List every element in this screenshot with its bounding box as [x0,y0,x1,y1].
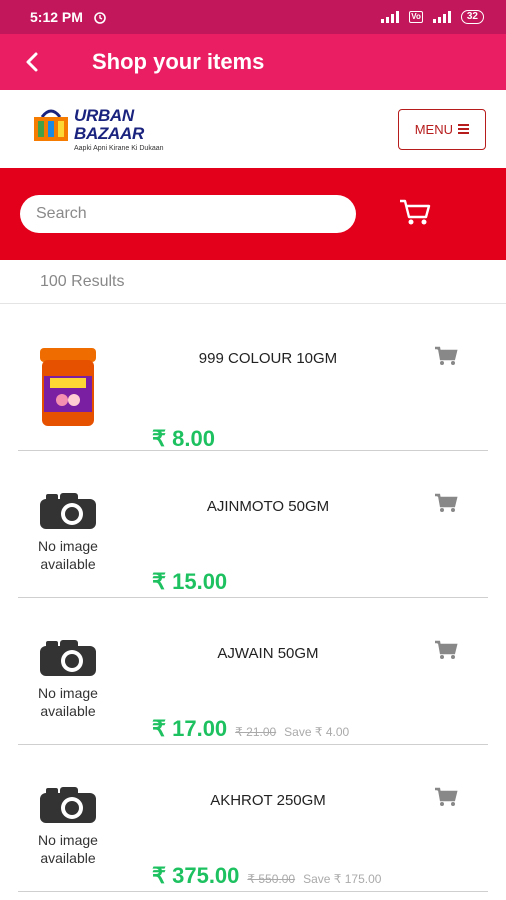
hamburger-icon [458,124,469,134]
product-price: ₹ 8.00 [152,426,215,451]
product-photo [40,348,96,426]
brand-logo[interactable]: URBAN BAZAAR Aapki Apni Kirane Ki Dukaan [32,105,164,152]
price-row: ₹ 375.00 ₹ 550.00 Save ₹ 175.00 [152,863,381,889]
product-card[interactable]: No image available AJWAIN 50GM ₹ 17.00 ₹ … [18,598,488,745]
back-button[interactable] [24,51,64,73]
product-savings: Save ₹ 175.00 [303,872,382,886]
search-bar [0,168,506,260]
brand-name-line1: URBAN [74,105,134,125]
product-card[interactable]: No image available AJINMOTO 50GM ₹ 15.00 [18,451,488,598]
menu-label: MENU [414,121,453,137]
add-to-cart-button[interactable] [434,640,458,665]
product-mrp: ₹ 550.00 [247,872,296,886]
price-row: ₹ 8.00 [152,426,215,452]
cart-icon [400,199,431,224]
product-image[interactable]: No image available [24,491,112,573]
brand-tagline: Aapki Apni Kirane Ki Dukaan [74,144,164,152]
product-price: ₹ 17.00 [152,716,228,741]
cart-button[interactable] [398,197,432,232]
product-mrp: ₹ 21.00 [235,725,277,739]
volte-icon: Vo [409,11,423,23]
add-to-cart-button[interactable] [434,493,458,518]
page-title: Shop your items [92,49,265,74]
product-price: ₹ 15.00 [152,569,228,594]
product-name[interactable]: AJINMOTO 50GM [138,498,398,515]
product-name[interactable]: 999 COLOUR 10GM [138,350,398,367]
camera-icon [40,640,96,676]
product-list: 999 COLOUR 10GM ₹ 8.00 No image available… [0,304,506,892]
cart-icon [435,787,458,806]
no-image-text: No image available [38,538,98,572]
back-arrow-icon [26,52,38,72]
camera-icon [40,787,96,823]
cart-icon [435,346,458,365]
add-to-cart-button[interactable] [434,787,458,812]
brand-name-line2: BAZAAR [74,123,144,143]
add-to-cart-button[interactable] [434,346,458,371]
product-image[interactable] [24,346,112,430]
alarm-icon [94,12,106,24]
status-bar: 5:12 PM Vo 32 [0,0,506,34]
signal-icon-2 [432,11,451,23]
brand-bar: URBAN BAZAAR Aapki Apni Kirane Ki Dukaan… [0,90,506,168]
no-image-text: No image available [38,685,98,719]
basket-logo-icon [34,109,68,141]
product-savings: Save ₹ 4.00 [284,725,350,739]
battery-icon: 32 [460,10,484,24]
app-bar: Shop your items [0,34,506,90]
search-input[interactable] [20,195,356,233]
product-name[interactable]: AJWAIN 50GM [138,645,398,662]
signal-icon [381,11,400,23]
product-price: ₹ 375.00 [152,863,240,888]
cart-icon [435,640,458,659]
no-image-text: No image available [38,832,98,866]
price-row: ₹ 17.00 ₹ 21.00 Save ₹ 4.00 [152,716,349,742]
price-row: ₹ 15.00 [152,569,227,595]
camera-icon [40,493,96,529]
product-image[interactable]: No image available [24,638,112,720]
status-time: 5:12 PM [30,9,83,25]
product-name[interactable]: AKHROT 250GM [138,792,398,809]
product-card[interactable]: 999 COLOUR 10GM ₹ 8.00 [18,304,488,451]
product-card[interactable]: No image available AKHROT 250GM ₹ 375.00 … [18,745,488,892]
menu-button[interactable]: MENU [397,108,486,150]
cart-icon [435,493,458,512]
results-count: 100 Results [0,260,506,304]
product-image[interactable]: No image available [24,785,112,867]
